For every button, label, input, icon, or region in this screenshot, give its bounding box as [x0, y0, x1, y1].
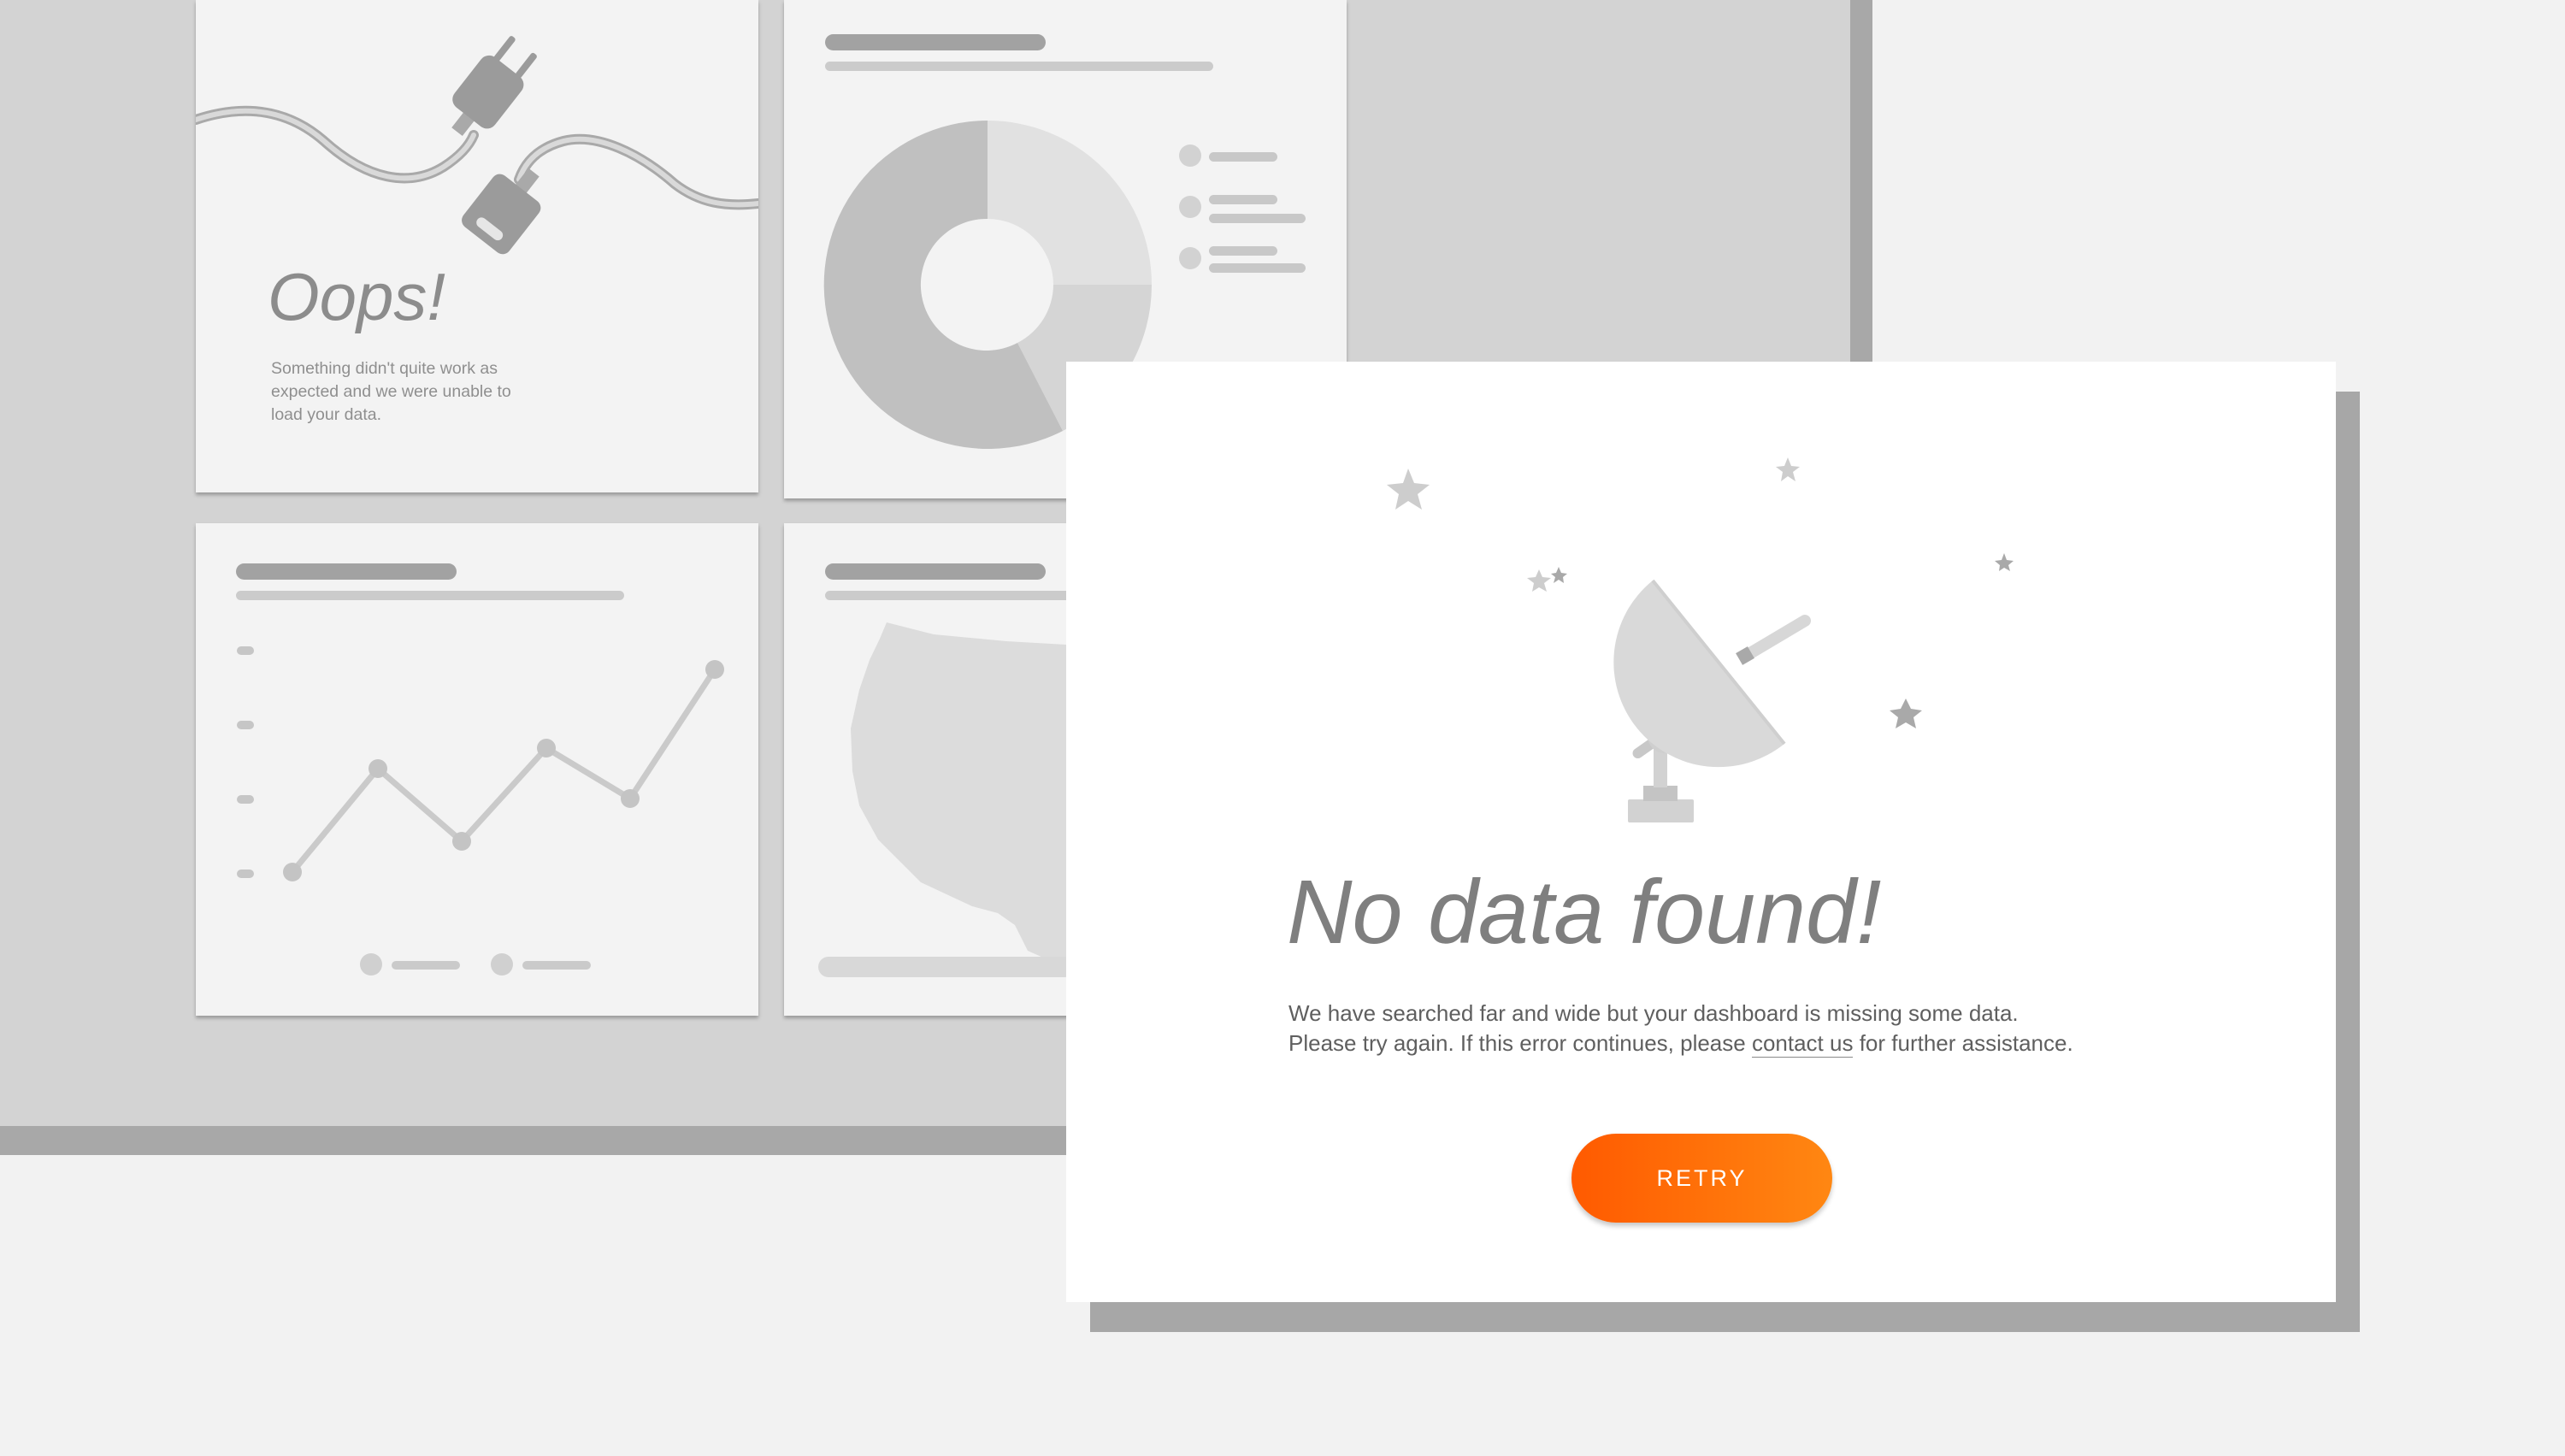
dialog-message-line-1: We have searched far and wide but your d… [1288, 1000, 2019, 1026]
retry-button[interactable]: RETRY [1571, 1134, 1832, 1223]
card-title-placeholder [236, 563, 457, 580]
dialog-message: We have searched far and wide but your d… [1288, 999, 2143, 1058]
donut-segment-light [988, 121, 1152, 285]
star-icon [1387, 457, 1800, 592]
satellite-dish-icon [1613, 579, 1811, 822]
dialog-title: No data found! [1287, 862, 1882, 963]
dialog-message-text-after: for further assistance. [1853, 1030, 2073, 1056]
card-subtitle-placeholder [236, 591, 453, 600]
dialog-message-line-2: Please try again. If this error continue… [1288, 1029, 2143, 1058]
no-data-dialog: No data found! We have searched far and … [1066, 362, 2336, 1302]
error-card-message: Something didn't quite work as expected … [271, 359, 511, 424]
card-title-placeholder [825, 34, 1046, 50]
card-subtitle-placeholder [825, 62, 1213, 71]
line-chart-placeholder [236, 563, 724, 976]
satellite-dish-illustration [1387, 457, 2014, 822]
error-card: Oops! Something didn't quite work as exp… [196, 0, 758, 492]
card-title-placeholder [825, 563, 1046, 580]
error-card-title: Oops! [268, 259, 446, 334]
usa-map-icon [851, 622, 1066, 968]
dialog-message-text-before: Please try again. If this error continue… [1288, 1030, 1752, 1056]
contact-us-link[interactable]: contact us [1751, 1030, 1854, 1058]
line-chart-card [196, 523, 758, 1016]
